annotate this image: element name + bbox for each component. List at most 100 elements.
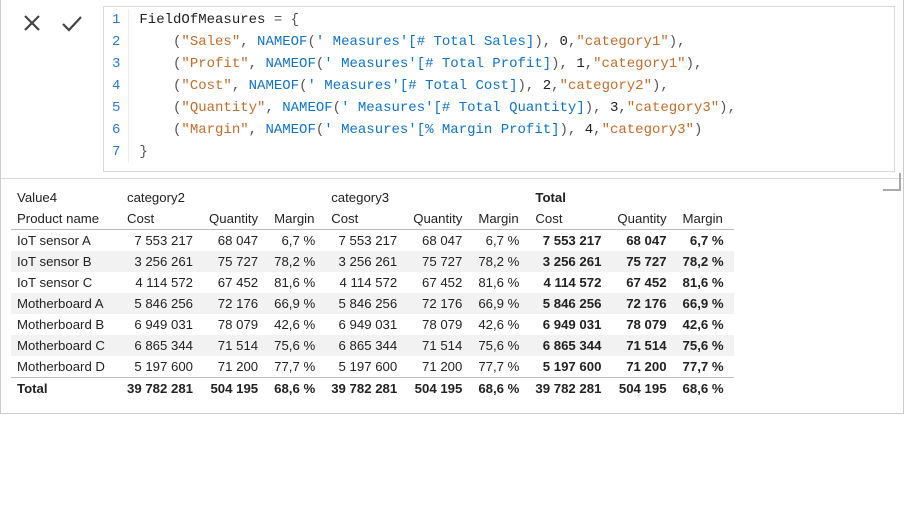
table-row[interactable]: Motherboard A5 846 25672 17666,9 %5 846 …	[11, 293, 734, 314]
cell: 71 200	[203, 356, 268, 378]
cell: 71 200	[611, 356, 676, 378]
cell: 6 949 031	[325, 314, 407, 335]
table-row[interactable]: IoT sensor A7 553 21768 0476,7 %7 553 21…	[11, 230, 734, 252]
column-header[interactable]: Margin	[268, 208, 325, 230]
cell: 75 727	[611, 251, 676, 272]
row-header: Motherboard B	[11, 314, 121, 335]
cell: 42,6 %	[268, 314, 325, 335]
total-cell: 504 195	[611, 378, 676, 400]
cell: 78,2 %	[268, 251, 325, 272]
cell: 75,6 %	[268, 335, 325, 356]
matrix-visual[interactable]: Value4category2category3TotalProduct nam…	[11, 187, 734, 399]
cell: 81,6 %	[677, 272, 734, 293]
table-row[interactable]: Motherboard D5 197 60071 20077,7 %5 197 …	[11, 356, 734, 378]
grand-total-label: Total	[11, 378, 121, 400]
cell: 81,6 %	[268, 272, 325, 293]
table-row[interactable]: Motherboard C6 865 34471 51475,6 %6 865 …	[11, 335, 734, 356]
cell: 6 865 344	[121, 335, 203, 356]
cell: 68 047	[407, 230, 472, 252]
total-cell: 39 782 281	[325, 378, 407, 400]
cell: 72 176	[407, 293, 472, 314]
total-cell: 504 195	[203, 378, 268, 400]
row-field-label: Product name	[11, 208, 121, 230]
cell: 75,6 %	[677, 335, 734, 356]
cell: 72 176	[203, 293, 268, 314]
total-cell: 504 195	[407, 378, 472, 400]
column-header[interactable]: Margin	[472, 208, 529, 230]
dax-editor[interactable]: 1234567 FieldOfMeasures = { ("Sales", NA…	[103, 6, 895, 172]
cell: 5 197 600	[325, 356, 407, 378]
cell: 5 197 600	[121, 356, 203, 378]
column-header[interactable]: Quantity	[611, 208, 676, 230]
cell: 71 200	[407, 356, 472, 378]
cell: 5 197 600	[529, 356, 611, 378]
cell: 6,7 %	[268, 230, 325, 252]
cell: 6,7 %	[472, 230, 529, 252]
cell: 5 846 256	[121, 293, 203, 314]
filter-field-label: Value4	[11, 187, 121, 208]
table-row[interactable]: IoT sensor B3 256 26175 72778,2 %3 256 2…	[11, 251, 734, 272]
cell: 6,7 %	[677, 230, 734, 252]
cell: 4 114 572	[529, 272, 611, 293]
cell: 4 114 572	[121, 272, 203, 293]
column-group-header[interactable]: category2	[121, 187, 325, 208]
close-icon	[22, 13, 42, 33]
cell: 42,6 %	[677, 314, 734, 335]
cell: 3 256 261	[121, 251, 203, 272]
resize-handle-icon[interactable]	[883, 173, 901, 191]
column-group-header[interactable]: category3	[325, 187, 529, 208]
cell: 7 553 217	[121, 230, 203, 252]
formula-bar: 1234567 FieldOfMeasures = { ("Sales", NA…	[1, 0, 903, 179]
cell: 6 949 031	[529, 314, 611, 335]
cell: 71 514	[611, 335, 676, 356]
row-header: IoT sensor B	[11, 251, 121, 272]
cell: 42,6 %	[472, 314, 529, 335]
cell: 78 079	[407, 314, 472, 335]
total-cell: 68,6 %	[677, 378, 734, 400]
cell: 68 047	[611, 230, 676, 252]
cell: 78 079	[611, 314, 676, 335]
cell: 6 949 031	[121, 314, 203, 335]
total-cell: 68,6 %	[268, 378, 325, 400]
cell: 66,9 %	[677, 293, 734, 314]
cell: 67 452	[407, 272, 472, 293]
cell: 6 865 344	[529, 335, 611, 356]
column-header[interactable]: Margin	[677, 208, 734, 230]
cell: 72 176	[611, 293, 676, 314]
total-cell: 68,6 %	[472, 378, 529, 400]
cell: 71 514	[203, 335, 268, 356]
cell: 5 846 256	[529, 293, 611, 314]
column-header[interactable]: Cost	[121, 208, 203, 230]
cell: 77,7 %	[268, 356, 325, 378]
cell: 3 256 261	[529, 251, 611, 272]
row-header: Motherboard A	[11, 293, 121, 314]
cell: 75 727	[407, 251, 472, 272]
cell: 7 553 217	[325, 230, 407, 252]
cell: 78,2 %	[677, 251, 734, 272]
cell: 77,7 %	[472, 356, 529, 378]
column-header[interactable]: Quantity	[407, 208, 472, 230]
table-row[interactable]: Motherboard B6 949 03178 07942,6 %6 949 …	[11, 314, 734, 335]
cell: 78 079	[203, 314, 268, 335]
row-header: IoT sensor C	[11, 272, 121, 293]
table-row[interactable]: IoT sensor C4 114 57267 45281,6 %4 114 5…	[11, 272, 734, 293]
column-header[interactable]: Cost	[529, 208, 611, 230]
cell: 78,2 %	[472, 251, 529, 272]
column-header[interactable]: Quantity	[203, 208, 268, 230]
total-cell: 39 782 281	[121, 378, 203, 400]
row-header: IoT sensor A	[11, 230, 121, 252]
cell: 71 514	[407, 335, 472, 356]
cell: 67 452	[203, 272, 268, 293]
cell: 66,9 %	[472, 293, 529, 314]
row-header: Motherboard C	[11, 335, 121, 356]
cancel-button[interactable]	[19, 10, 45, 36]
cell: 75 727	[203, 251, 268, 272]
code-area[interactable]: FieldOfMeasures = { ("Sales", NAMEOF(' M…	[129, 9, 746, 163]
line-gutter: 1234567	[104, 9, 129, 163]
commit-button[interactable]	[59, 10, 85, 36]
column-group-header[interactable]: Total	[529, 187, 733, 208]
total-cell: 39 782 281	[529, 378, 611, 400]
cell: 66,9 %	[268, 293, 325, 314]
cell: 4 114 572	[325, 272, 407, 293]
column-header[interactable]: Cost	[325, 208, 407, 230]
